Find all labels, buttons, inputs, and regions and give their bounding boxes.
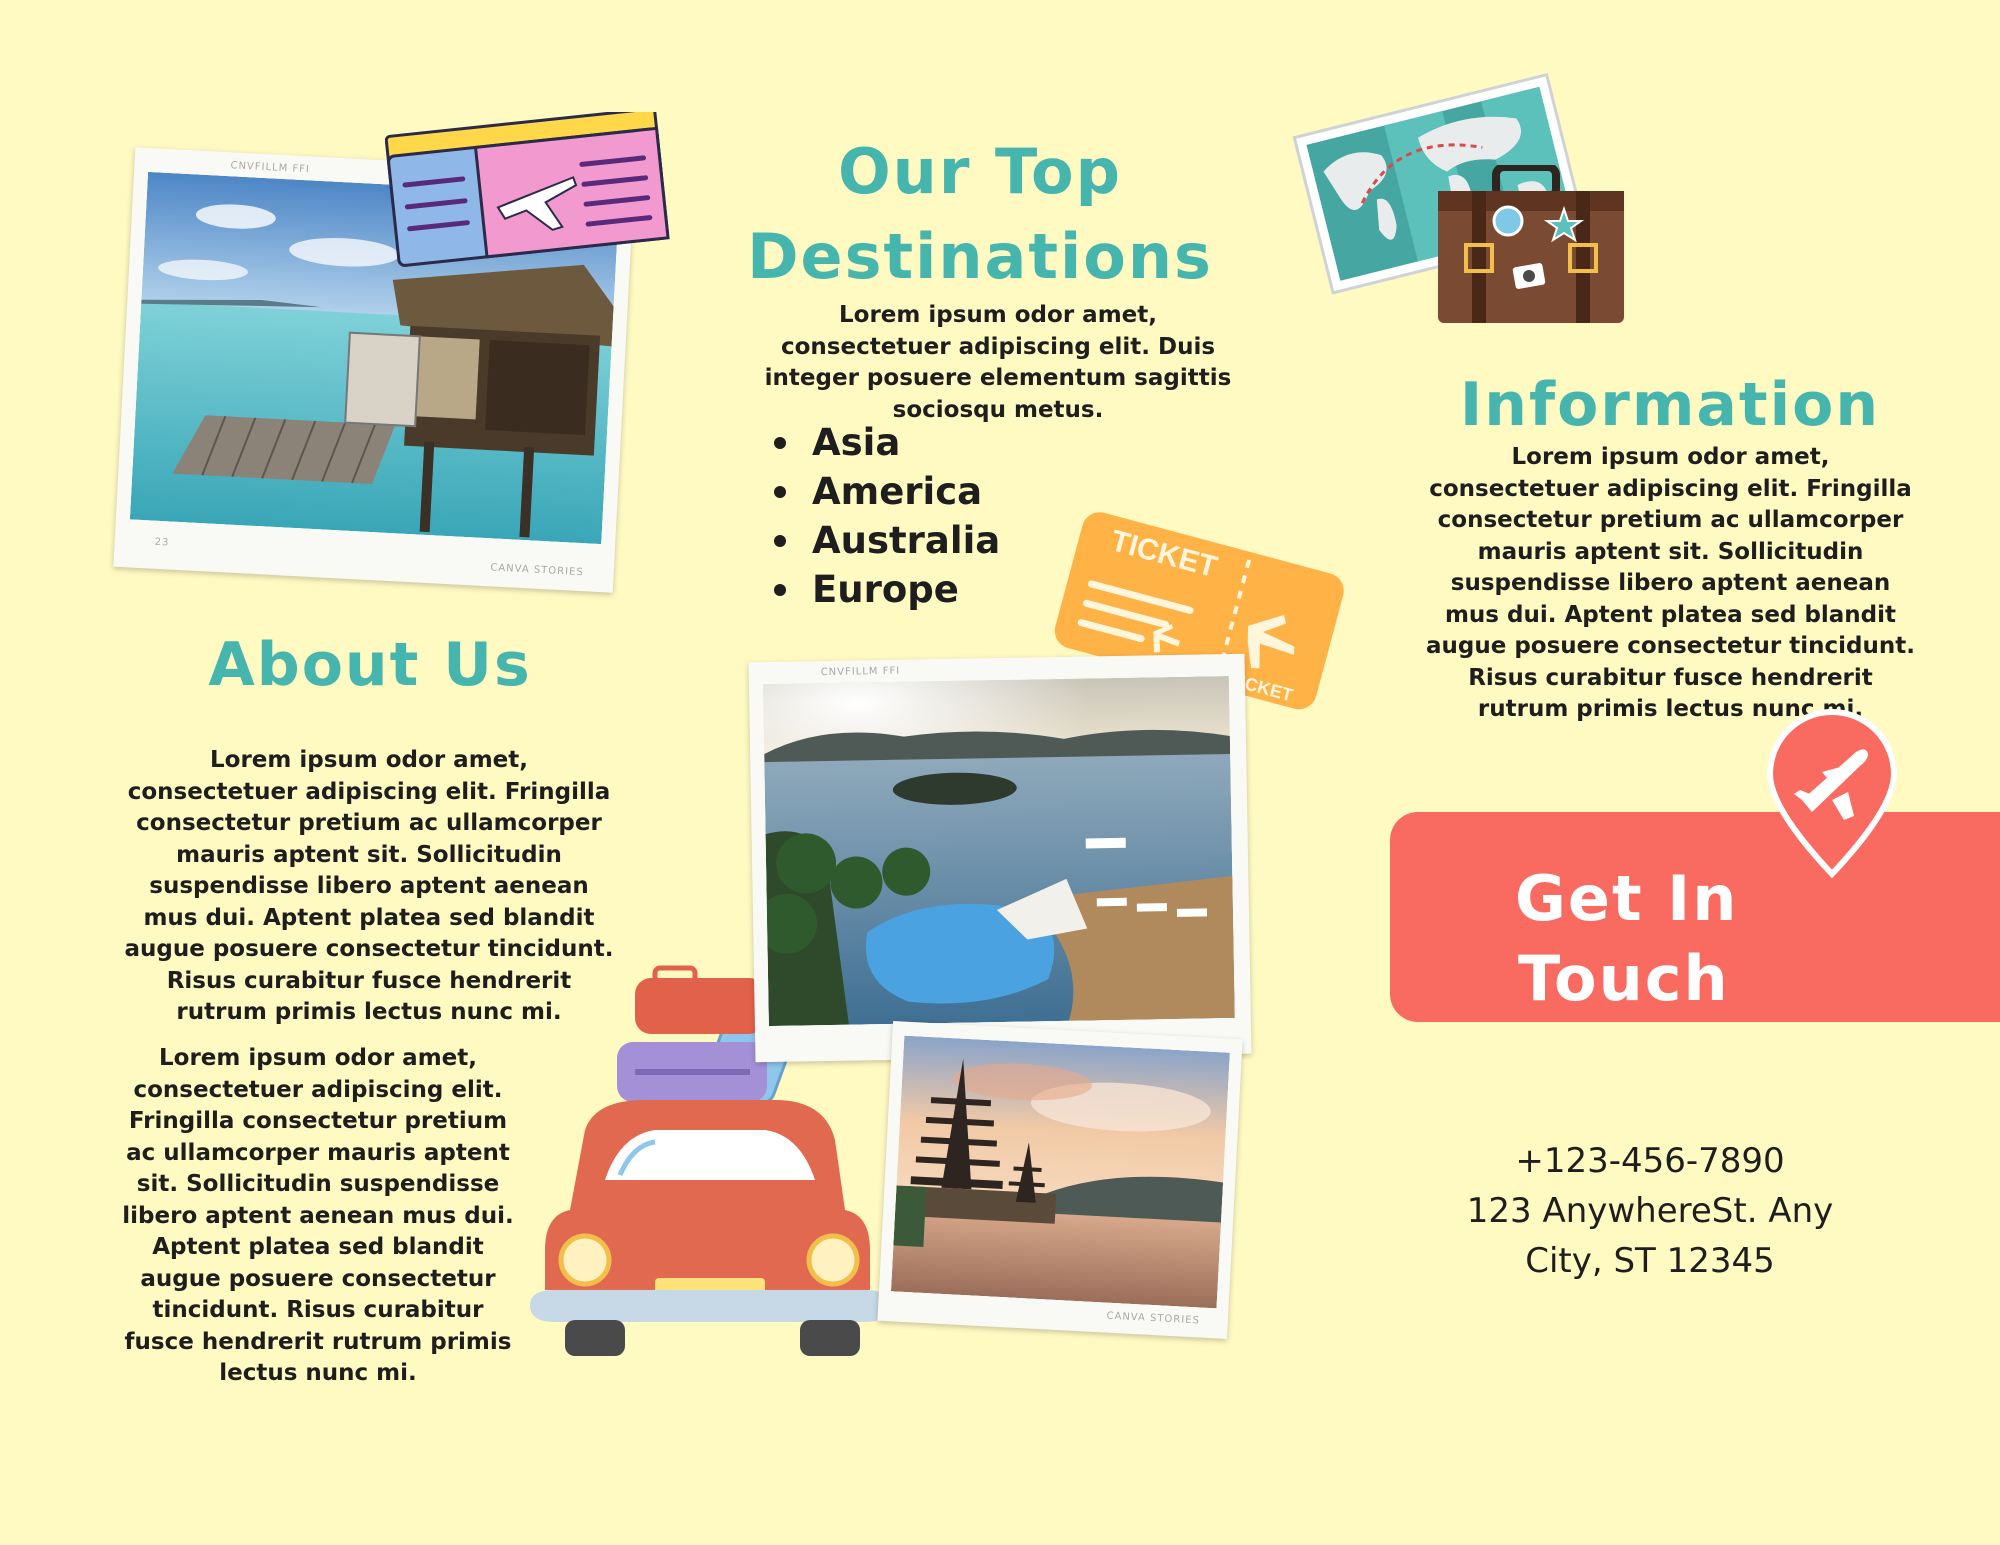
photo-caption-brand: CNVFILLM FFI xyxy=(230,160,311,176)
photo-caption-frame: 23 xyxy=(154,536,170,549)
destinations-list: Asia America Australia Europe xyxy=(770,418,1090,614)
banner-text-line2: Touch xyxy=(1518,942,1730,1015)
contact-phone: +123-456-7890 xyxy=(1515,1141,1785,1181)
destination-item: Asia xyxy=(770,418,1090,467)
destination-item: Australia xyxy=(770,516,1090,565)
photo-caption-stories: CANVA STORIES xyxy=(1106,1310,1201,1327)
plane-pin-icon xyxy=(1762,708,1902,880)
temple-photo-card: CANVA STORIES xyxy=(877,1021,1243,1339)
about-paragraph-2: Lorem ipsum odor amet, consectetuer adip… xyxy=(122,1045,514,1386)
destinations-heading-line1: Our Top xyxy=(837,135,1123,208)
suitcase-icon xyxy=(1436,163,1626,325)
get-in-touch-banner[interactable]: Get In Touch xyxy=(1390,812,2000,1022)
photo-caption-brand: CNVFILLM FFI xyxy=(820,665,901,679)
contact-address-line2: City, ST 12345 xyxy=(1525,1241,1775,1281)
destinations-heading-line2: Destinations xyxy=(747,220,1213,293)
information-heading: Information xyxy=(1459,370,1881,440)
lake-temple-photo xyxy=(890,1035,1230,1309)
destination-item: Europe xyxy=(770,565,1090,614)
lakeside-resort-photo xyxy=(762,675,1235,1027)
information-paragraph: Lorem ipsum odor amet, consectetuer adip… xyxy=(1426,444,1915,722)
photo-caption-stories: CANVA STORIES xyxy=(490,562,584,579)
destinations-intro: Lorem ipsum odor amet, consectetuer adip… xyxy=(764,302,1232,423)
about-us-heading: About Us xyxy=(208,630,532,700)
resort-photo-card: CNVFILLM FFI xyxy=(748,653,1252,1063)
banner-text-line1: Get In xyxy=(1515,862,1739,935)
contact-address-line1: 123 AnywhereSt. Any xyxy=(1466,1191,1834,1231)
destination-item: America xyxy=(770,467,1090,516)
boarding-pass-icon xyxy=(384,107,675,282)
